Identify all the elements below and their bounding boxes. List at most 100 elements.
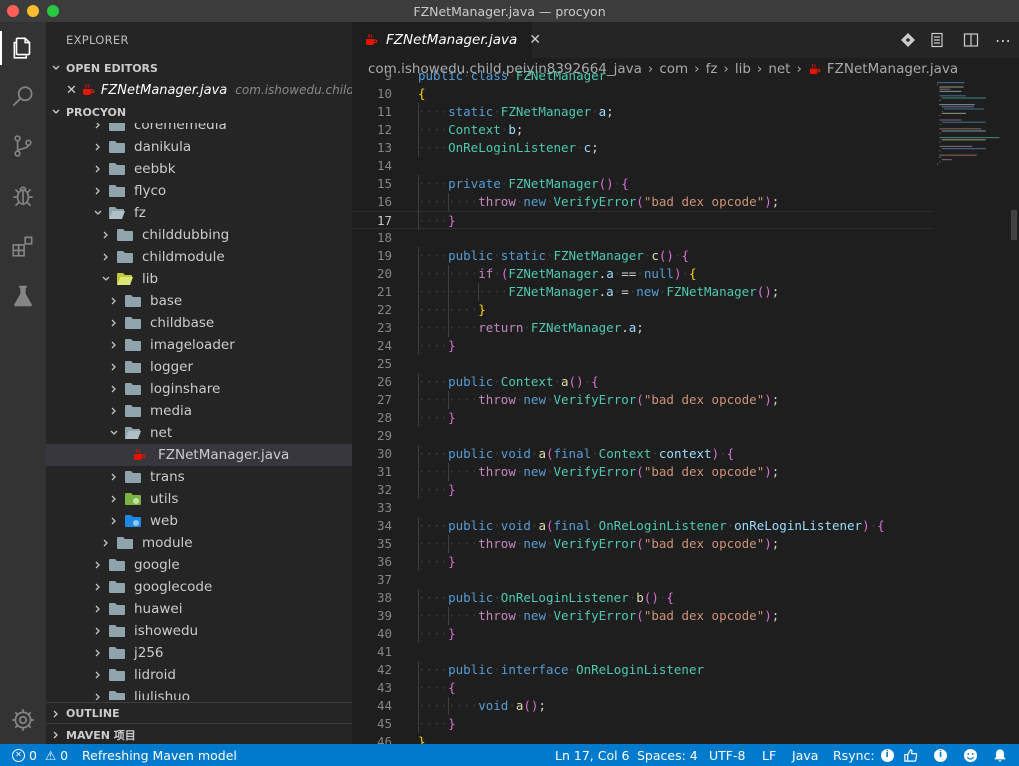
open-preview-icon[interactable] <box>928 31 946 49</box>
code-line[interactable]: 36 ····} <box>352 553 932 571</box>
code-line[interactable]: 26 ····public·Context·a()·{ <box>352 373 932 391</box>
debug-icon[interactable] <box>9 182 37 210</box>
source-control-icon[interactable] <box>9 132 37 160</box>
tree-folder-item[interactable]: utils <box>46 488 352 510</box>
indentation-setting[interactable]: Spaces: 4 <box>637 744 698 766</box>
eol-setting[interactable]: LF <box>762 744 776 766</box>
code-line[interactable]: 23 ········return·FZNetManager.a; <box>352 319 932 337</box>
code-line[interactable]: 45 ····} <box>352 715 932 733</box>
encoding-setting[interactable]: UTF-8 <box>709 744 745 766</box>
tree-folder-item[interactable]: googlecode <box>46 576 352 598</box>
tree-folder-item[interactable]: ishowedu <box>46 620 352 642</box>
close-icon[interactable]: ✕ <box>66 83 77 98</box>
code-line[interactable]: 35 ········throw·new·VerifyError("bad dex… <box>352 535 932 553</box>
bell-icon[interactable] <box>993 744 1007 766</box>
tree-folder-item[interactable]: lib <box>46 268 352 290</box>
minimap[interactable] <box>934 80 1009 180</box>
split-editor-icon[interactable] <box>962 31 980 49</box>
feedback-icon[interactable] <box>903 744 918 766</box>
close-tab-icon[interactable]: ✕ <box>529 32 541 48</box>
tree-folder-item[interactable]: huawei <box>46 598 352 620</box>
search-icon[interactable] <box>9 83 37 111</box>
code-line[interactable]: 13 ····OnReLoginListener·c; <box>352 139 932 157</box>
code-line[interactable]: 42 ····public·interface·OnReLoginListener <box>352 661 932 679</box>
tree-folder-item[interactable]: base <box>46 290 352 312</box>
open-editors-header[interactable]: OPEN EDITORS <box>46 57 352 79</box>
notification-info-icon[interactable]: i <box>934 744 947 766</box>
code-line[interactable]: 31 ········throw·new·VerifyError("bad dex… <box>352 463 932 481</box>
cursor-position[interactable]: Ln 17, Col 6 <box>555 744 630 766</box>
code-line[interactable]: 16 ········throw·new·VerifyError("bad dex… <box>352 193 932 211</box>
code-line[interactable]: 14 <box>352 157 932 175</box>
tree-folder-item[interactable]: childbase <box>46 312 352 334</box>
tab-fznetmanager[interactable]: FZNetManager.java ✕ <box>352 22 541 58</box>
tree-folder-item[interactable]: media <box>46 400 352 422</box>
open-editor-item[interactable]: ✕ FZNetManager.java com.ishowedu.child..… <box>46 79 352 101</box>
maximize-window-button[interactable] <box>47 5 59 17</box>
problems-indicator[interactable]: ✕ 0 ⚠ 0 <box>12 744 68 766</box>
git-compare-icon[interactable] <box>899 31 917 49</box>
code-line[interactable]: 37 <box>352 571 932 589</box>
tree-folder-item[interactable]: corememedia <box>46 123 352 136</box>
settings-gear-icon[interactable] <box>9 706 37 734</box>
extensions-icon[interactable] <box>9 232 37 260</box>
tree-folder-item[interactable]: j256 <box>46 642 352 664</box>
rsync-status[interactable]: Rsync: i <box>833 744 894 766</box>
tree-file-item[interactable]: FZNetManager.java <box>46 444 352 466</box>
project-header[interactable]: PROCYON <box>46 101 352 123</box>
tree-folder-item[interactable]: fz <box>46 202 352 224</box>
code-line[interactable]: 39 ········throw·new·VerifyError("bad dex… <box>352 607 932 625</box>
tree-folder-item[interactable]: google <box>46 554 352 576</box>
code-line[interactable]: 27 ········throw·new·VerifyError("bad dex… <box>352 391 932 409</box>
maven-header[interactable]: MAVEN 项目 <box>46 723 352 744</box>
tree-folder-item[interactable]: module <box>46 532 352 554</box>
code-line[interactable]: 20 ········if·(FZNetManager.a·==·null)·{ <box>352 265 932 283</box>
code-line[interactable]: 44 ········void·a(); <box>352 697 932 715</box>
outline-header[interactable]: OUTLINE <box>46 702 352 724</box>
code-line[interactable]: 40 ····} <box>352 625 932 643</box>
tree-folder-item[interactable]: childdubbing <box>46 224 352 246</box>
code-line[interactable]: 28 ····} <box>352 409 932 427</box>
tree-folder-item[interactable]: imageloader <box>46 334 352 356</box>
code-line[interactable]: 25 <box>352 355 932 373</box>
code-line[interactable]: 22 ········} <box>352 301 932 319</box>
tree-folder-item[interactable]: net <box>46 422 352 444</box>
close-window-button[interactable] <box>7 5 19 17</box>
code-line[interactable]: 32 ····} <box>352 481 932 499</box>
tree-folder-item[interactable]: loginshare <box>46 378 352 400</box>
files-icon[interactable] <box>9 34 37 62</box>
code-line[interactable]: 46} <box>352 733 932 744</box>
code-line[interactable]: 30 ····public·void·a(final·Context·contex… <box>352 445 932 463</box>
code-line[interactable]: 21 ············FZNetManager.a·=·new·FZNet… <box>352 283 932 301</box>
scrollbar[interactable] <box>1009 80 1019 744</box>
tree-folder-item[interactable]: childmodule <box>46 246 352 268</box>
code-line[interactable]: 38 ····public·OnReLoginListener·b()·{ <box>352 589 932 607</box>
code-line[interactable]: 18 <box>352 229 932 247</box>
tree-folder-item[interactable]: web <box>46 510 352 532</box>
code-line[interactable]: 17 ····} <box>352 211 932 230</box>
language-mode[interactable]: Java <box>792 744 818 766</box>
code-line[interactable]: 43 ····{ <box>352 679 932 697</box>
scrollbar-thumb[interactable] <box>1011 210 1017 240</box>
code-line[interactable]: 10 { <box>352 85 932 103</box>
tree-folder-item[interactable]: trans <box>46 466 352 488</box>
code-line[interactable]: 29 <box>352 427 932 445</box>
code-line[interactable]: 24 ····} <box>352 337 932 355</box>
tree-folder-item[interactable]: eebbk <box>46 158 352 180</box>
minimize-window-button[interactable] <box>27 5 39 17</box>
tree-folder-item[interactable]: logger <box>46 356 352 378</box>
tree-folder-item[interactable]: liulishuo <box>46 686 352 700</box>
code-line[interactable]: 33 <box>352 499 932 517</box>
test-icon[interactable] <box>9 282 37 310</box>
code-line[interactable]: 9 public·class·FZNetManager <box>352 67 932 85</box>
tree-folder-item[interactable]: danikula <box>46 136 352 158</box>
code-editor[interactable]: 9 public·class·FZNetManager 10 {11 ····stati… <box>352 68 932 744</box>
code-line[interactable]: 41 <box>352 643 932 661</box>
code-line[interactable]: 12 ····Context·b; <box>352 121 932 139</box>
code-line[interactable]: 11 ····static·FZNetManager·a; <box>352 103 932 121</box>
tree-folder-item[interactable]: flyco <box>46 180 352 202</box>
more-actions-icon[interactable]: ⋯ <box>994 31 1012 50</box>
code-line[interactable]: 15 ····private·FZNetManager()·{ <box>352 175 932 193</box>
code-line[interactable]: 34 ····public·void·a(final·OnReLoginListe… <box>352 517 932 535</box>
code-line[interactable]: 19 ····public·static·FZNetManager·c()·{ <box>352 247 932 265</box>
